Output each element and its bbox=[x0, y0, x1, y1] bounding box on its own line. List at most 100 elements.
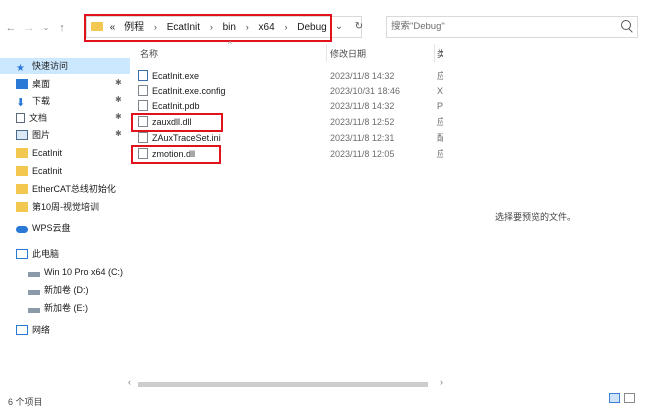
address-overflow[interactable]: « bbox=[110, 22, 116, 33]
breadcrumb-item[interactable]: bin bbox=[223, 22, 236, 33]
file-type: 配 bbox=[437, 133, 443, 143]
sidebar-item-wps-cloud[interactable]: WPS云盘 bbox=[16, 220, 71, 236]
sidebar-item-drive-c[interactable]: Win 10 Pro x64 (C:) bbox=[28, 264, 128, 280]
drive-icon bbox=[28, 290, 40, 295]
pdb-file-icon bbox=[138, 100, 148, 111]
sidebar-label: Win 10 Pro x64 (C:) bbox=[44, 267, 124, 277]
folder-icon bbox=[91, 22, 103, 31]
sidebar-item-network[interactable]: 网络 bbox=[16, 322, 50, 338]
chevron-right-icon[interactable]: › bbox=[154, 22, 157, 32]
search-placeholder: 搜索"Debug" bbox=[391, 21, 445, 32]
file-date: 2023/11/8 14:32 bbox=[330, 71, 395, 81]
sidebar-label: 快速访问 bbox=[32, 61, 69, 71]
dll-file-icon bbox=[138, 148, 148, 159]
sidebar-item-folder[interactable]: EcatInit bbox=[16, 145, 62, 161]
breadcrumb-item[interactable]: EcatInit bbox=[167, 22, 200, 33]
scroll-left-icon[interactable]: ‹ bbox=[128, 377, 131, 387]
folder-icon bbox=[16, 202, 28, 212]
breadcrumb-item[interactable]: x64 bbox=[259, 22, 275, 33]
breadcrumb-item[interactable]: Debug bbox=[297, 22, 326, 33]
folder-icon bbox=[16, 166, 28, 176]
pin-icon: ✱ bbox=[115, 112, 122, 121]
column-header-type[interactable]: 类 bbox=[437, 47, 443, 60]
ini-file-icon bbox=[138, 132, 148, 143]
cloud-icon bbox=[16, 226, 28, 233]
sidebar-label: 新加卷 (E:) bbox=[44, 303, 88, 313]
folder-icon bbox=[16, 184, 28, 194]
sidebar-item-folder[interactable]: EcatInit bbox=[16, 163, 62, 179]
file-name: zmotion.dll bbox=[152, 149, 196, 159]
sidebar-item-this-pc[interactable]: 此电脑 bbox=[16, 246, 59, 262]
forward-button[interactable]: → bbox=[22, 20, 36, 36]
document-icon bbox=[16, 113, 25, 123]
file-date: 2023/11/8 12:52 bbox=[330, 117, 395, 127]
search-box[interactable]: 搜索"Debug" bbox=[386, 16, 638, 38]
file-row[interactable]: EcatInit.exe.config bbox=[138, 84, 226, 99]
details-view-icon[interactable] bbox=[609, 393, 620, 403]
pin-icon: ✱ bbox=[115, 95, 122, 104]
file-row[interactable]: EcatInit.exe bbox=[138, 69, 199, 84]
drive-icon bbox=[28, 272, 40, 277]
breadcrumb-item[interactable]: 例程 bbox=[124, 22, 144, 33]
sidebar-item-folder[interactable]: EtherCAT总线初始化 bbox=[16, 181, 126, 197]
sidebar-label: WPS云盘 bbox=[32, 223, 71, 233]
file-row[interactable]: EcatInit.pdb bbox=[138, 99, 200, 114]
config-file-icon bbox=[138, 85, 148, 96]
sidebar-label: 图片 bbox=[32, 130, 51, 140]
file-name: zauxdll.dll bbox=[152, 117, 192, 127]
file-type: 应 bbox=[437, 117, 443, 127]
column-header-name[interactable]: 名称 bbox=[140, 47, 158, 60]
file-name: ZAuxTraceSet.ini bbox=[152, 133, 221, 143]
back-button[interactable]: ← bbox=[4, 20, 18, 36]
sidebar-label: 文档 bbox=[29, 113, 48, 123]
recent-locations-button[interactable]: ⌄ bbox=[40, 20, 52, 36]
refresh-button[interactable]: ↻ bbox=[352, 16, 366, 38]
file-row[interactable]: zmotion.dll bbox=[138, 147, 195, 162]
sidebar-label: 新加卷 (D:) bbox=[44, 285, 89, 295]
file-row[interactable]: ZAuxTraceSet.ini bbox=[138, 131, 221, 146]
file-type: P bbox=[437, 101, 443, 111]
file-date: 2023/11/8 12:05 bbox=[330, 149, 395, 159]
sidebar-label: 下载 bbox=[32, 96, 51, 106]
address-bar[interactable]: « 例程 › EcatInit › bin › x64 › Debug bbox=[86, 16, 362, 38]
search-icon[interactable] bbox=[621, 20, 631, 30]
file-row[interactable]: zauxdll.dll bbox=[138, 115, 192, 130]
download-icon: ⬇ bbox=[16, 97, 26, 109]
sidebar-item-documents[interactable]: 文档 bbox=[16, 110, 47, 126]
scrollbar-thumb[interactable] bbox=[138, 382, 428, 387]
chevron-right-icon[interactable]: › bbox=[284, 22, 287, 32]
file-date: 2023/10/31 18:46 bbox=[330, 86, 401, 96]
sidebar-label: EcatInit bbox=[32, 148, 63, 158]
sidebar-item-desktop[interactable]: 桌面 bbox=[16, 76, 50, 92]
horizontal-scrollbar[interactable]: ‹ › bbox=[128, 377, 443, 389]
file-name: EcatInit.exe bbox=[152, 71, 200, 81]
file-type: 应 bbox=[437, 71, 443, 81]
preview-message: 选择要预览的文件。 bbox=[495, 212, 577, 222]
column-divider[interactable] bbox=[326, 44, 327, 62]
sidebar-item-drive-d[interactable]: 新加卷 (D:) bbox=[28, 282, 89, 298]
sidebar-item-quick-access[interactable]: ★ 快速访问 bbox=[0, 58, 130, 74]
exe-icon bbox=[138, 70, 148, 81]
computer-icon bbox=[16, 249, 28, 259]
sidebar-item-drive-e[interactable]: 新加卷 (E:) bbox=[28, 300, 88, 316]
sidebar-label: 此电脑 bbox=[32, 249, 60, 259]
picture-icon bbox=[16, 130, 28, 140]
chevron-right-icon[interactable]: › bbox=[246, 22, 249, 32]
status-item-count: 6 个项目 bbox=[8, 397, 43, 407]
file-date: 2023/11/8 12:31 bbox=[330, 133, 395, 143]
sidebar-item-downloads[interactable]: ⬇ 下载 bbox=[16, 93, 50, 109]
file-name: EcatInit.pdb bbox=[152, 101, 200, 111]
file-name: EcatInit.exe.config bbox=[152, 86, 226, 96]
up-button[interactable]: ↑ bbox=[55, 20, 69, 36]
desktop-icon bbox=[16, 79, 28, 89]
sidebar-label: 网络 bbox=[32, 325, 51, 335]
pin-icon: ✱ bbox=[115, 78, 122, 87]
sidebar-item-folder[interactable]: 第10周-视觉培训 bbox=[16, 199, 99, 215]
chevron-right-icon[interactable]: › bbox=[210, 22, 213, 32]
address-dropdown-button[interactable]: ⌄ bbox=[332, 16, 346, 38]
scroll-right-icon[interactable]: › bbox=[440, 377, 443, 387]
sidebar-item-pictures[interactable]: 图片 bbox=[16, 127, 50, 143]
column-divider[interactable] bbox=[434, 44, 435, 62]
large-icons-view-icon[interactable] bbox=[624, 393, 635, 403]
column-header-date[interactable]: 修改日期 bbox=[330, 47, 366, 60]
